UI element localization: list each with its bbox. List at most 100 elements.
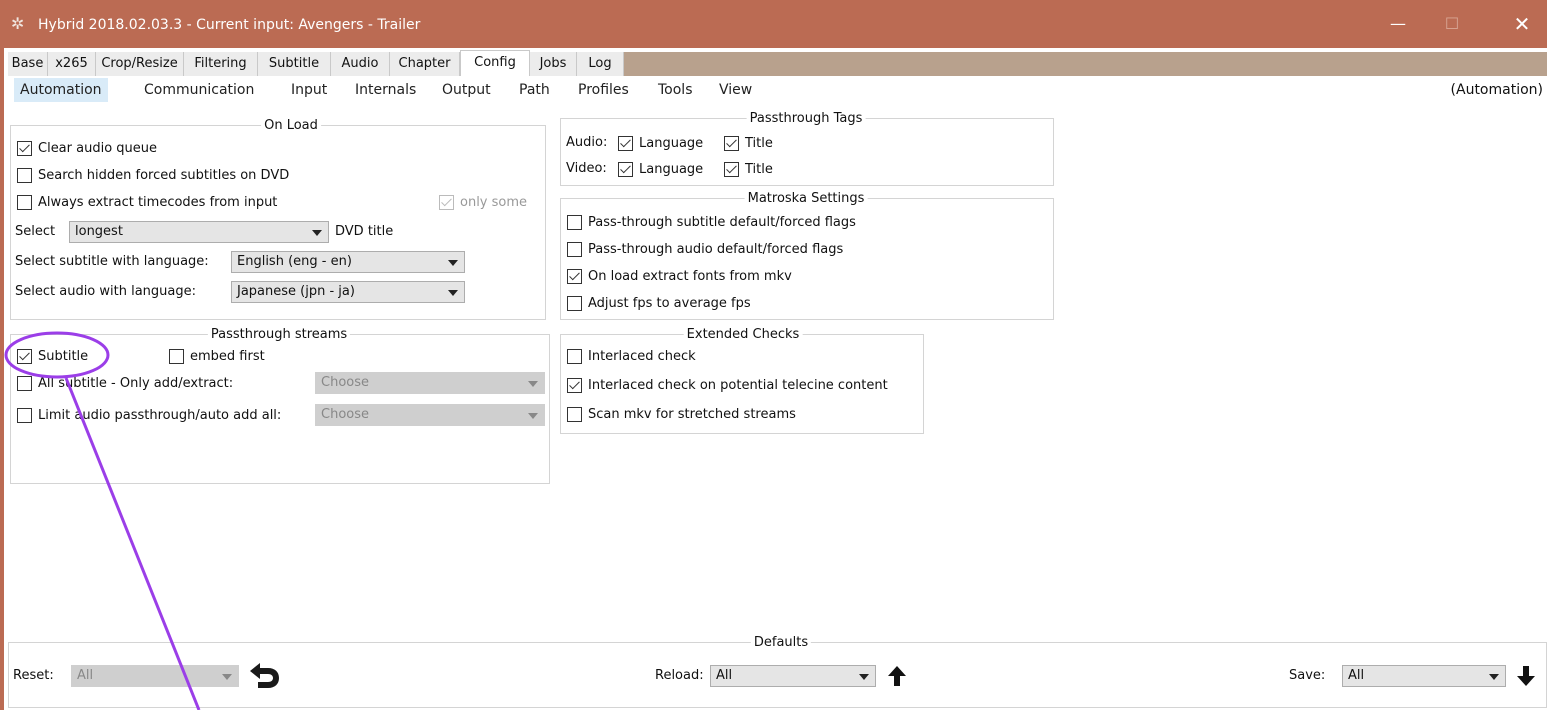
reload-label: Reload: <box>655 668 704 683</box>
extended-checks-group: Extended Checks Interlaced check Interla… <box>560 327 924 434</box>
checkbox-box[interactable] <box>724 161 739 177</box>
checkbox-box[interactable] <box>567 214 582 230</box>
chevron-down-icon <box>1489 674 1499 680</box>
dvd-title-select[interactable]: longest <box>69 221 329 243</box>
checkbox-box <box>439 194 454 210</box>
audio-title-tag-checkbox[interactable]: Title <box>724 132 773 154</box>
adjust-fps-checkbox[interactable]: Adjust fps to average fps <box>567 292 751 314</box>
subtab-input[interactable]: Input <box>291 78 327 102</box>
close-button[interactable]: ✕ <box>1497 0 1547 48</box>
checkbox-box[interactable] <box>169 348 184 364</box>
subtitle-passthrough-checkbox[interactable]: Subtitle <box>17 345 88 367</box>
checkbox-label: Clear audio queue <box>38 140 158 156</box>
tab-log[interactable]: Log <box>577 52 624 76</box>
all-subtitle-checkbox[interactable]: All subtitle - Only add/extract: <box>17 372 233 394</box>
subtab-communication[interactable]: Communication <box>144 78 254 102</box>
subtab-view[interactable]: View <box>719 78 752 102</box>
checkbox-box[interactable] <box>567 377 582 393</box>
tab-chapter[interactable]: Chapter <box>390 52 460 76</box>
checkbox-box[interactable] <box>567 241 582 257</box>
scan-stretched-streams-checkbox[interactable]: Scan mkv for stretched streams <box>567 403 796 425</box>
tab-base[interactable]: Base <box>8 52 48 76</box>
checkbox-box[interactable] <box>17 407 32 423</box>
tab-jobs[interactable]: Jobs <box>530 52 577 76</box>
checkbox-box[interactable] <box>17 140 32 156</box>
arrow-down-icon[interactable] <box>1516 665 1536 687</box>
clear-audio-queue-checkbox[interactable]: Clear audio queue <box>17 137 157 159</box>
reset-label: Reset: <box>13 668 54 683</box>
minimize-button[interactable]: — <box>1373 0 1423 48</box>
select-value: All <box>77 668 94 683</box>
limit-audio-passthrough-checkbox[interactable]: Limit audio passthrough/auto add all: <box>17 404 281 426</box>
audio-language-tag-checkbox[interactable]: Language <box>618 132 703 154</box>
chevron-down-icon <box>448 260 458 266</box>
checkbox-label: On load extract fonts from mkv <box>588 268 792 284</box>
reset-undo-icon[interactable] <box>246 662 280 690</box>
tab-subtitle[interactable]: Subtitle <box>258 52 331 76</box>
group-title: Extended Checks <box>683 327 803 342</box>
reload-select[interactable]: All <box>710 665 876 687</box>
arrow-up-icon[interactable] <box>887 665 907 687</box>
subtab-internals[interactable]: Internals <box>355 78 416 102</box>
checkbox-box[interactable] <box>17 375 32 391</box>
search-hidden-forced-checkbox[interactable]: Search hidden forced subtitles on DVD <box>17 164 289 186</box>
subtitle-language-select[interactable]: English (eng - en) <box>231 251 465 273</box>
tab-config[interactable]: Config <box>460 50 530 76</box>
checkbox-label: embed first <box>190 348 265 364</box>
checkbox-box[interactable] <box>567 406 582 422</box>
video-tags-label: Video: <box>566 161 607 176</box>
checkbox-label: Always extract timecodes from input <box>38 194 278 210</box>
checkbox-label: Title <box>745 161 773 177</box>
checkbox-label: Limit audio passthrough/auto add all: <box>38 407 282 423</box>
embed-first-checkbox[interactable]: embed first <box>169 345 265 367</box>
tab-audio[interactable]: Audio <box>331 52 390 76</box>
group-title: Defaults <box>750 635 812 650</box>
subtab-tools[interactable]: Tools <box>658 78 693 102</box>
checkbox-box[interactable] <box>567 295 582 311</box>
matroska-audio-flags-checkbox[interactable]: Pass-through audio default/forced flags <box>567 238 843 260</box>
main-tab-bar: Base x265 Crop/Resize Filtering Subtitle… <box>8 50 1547 76</box>
select-value: All <box>716 668 733 683</box>
select-value: longest <box>75 224 123 239</box>
current-subtab-hint: (Automation) <box>1450 82 1543 98</box>
subtab-output[interactable]: Output <box>442 78 491 102</box>
title-bar: ✲ Hybrid 2018.02.03.3 - Current input: A… <box>0 0 1547 48</box>
tab-x265[interactable]: x265 <box>48 52 96 76</box>
tab-crop-resize[interactable]: Crop/Resize <box>96 52 184 76</box>
passthrough-streams-group: Passthrough streams Subtitle embed first… <box>10 327 550 484</box>
checkbox-box[interactable] <box>618 161 633 177</box>
checkbox-label: Subtitle <box>38 348 89 364</box>
subtab-path[interactable]: Path <box>519 78 550 102</box>
video-language-tag-checkbox[interactable]: Language <box>618 158 703 180</box>
telecine-check-checkbox[interactable]: Interlaced check on potential telecine c… <box>567 374 888 396</box>
interlaced-check-checkbox[interactable]: Interlaced check <box>567 345 696 367</box>
checkbox-box[interactable] <box>17 348 32 364</box>
passthrough-tags-group: Passthrough Tags Audio: Language Title V… <box>560 111 1054 186</box>
checkbox-box[interactable] <box>567 268 582 284</box>
maximize-button[interactable]: ☐ <box>1427 0 1477 48</box>
checkbox-box[interactable] <box>17 167 32 183</box>
save-label: Save: <box>1289 668 1326 683</box>
select-value: Choose <box>321 375 369 390</box>
on-load-group: On Load Clear audio queue Search hidden … <box>10 118 546 320</box>
checkbox-box[interactable] <box>567 348 582 364</box>
subtitle-language-label: Select subtitle with language: <box>15 254 209 269</box>
checkbox-label: Title <box>745 135 773 151</box>
checkbox-label: Pass-through audio default/forced flags <box>588 241 844 257</box>
limit-audio-select: Choose <box>315 404 545 426</box>
always-extract-timecodes-checkbox[interactable]: Always extract timecodes from input <box>17 191 277 213</box>
checkbox-box[interactable] <box>724 135 739 151</box>
save-select[interactable]: All <box>1342 665 1506 687</box>
config-subtab-bar: Automation Communication Input Internals… <box>8 78 1547 102</box>
matroska-subtitle-flags-checkbox[interactable]: Pass-through subtitle default/forced fla… <box>567 211 856 233</box>
checkbox-box[interactable] <box>618 135 633 151</box>
extract-fonts-checkbox[interactable]: On load extract fonts from mkv <box>567 265 792 287</box>
video-title-tag-checkbox[interactable]: Title <box>724 158 773 180</box>
tab-filtering[interactable]: Filtering <box>184 52 258 76</box>
checkbox-box[interactable] <box>17 194 32 210</box>
select-value: All <box>1348 668 1365 683</box>
subtab-profiles[interactable]: Profiles <box>578 78 629 102</box>
subtab-automation[interactable]: Automation <box>14 78 108 102</box>
audio-language-select[interactable]: Japanese (jpn - ja) <box>231 281 465 303</box>
checkbox-label: Adjust fps to average fps <box>588 295 751 311</box>
